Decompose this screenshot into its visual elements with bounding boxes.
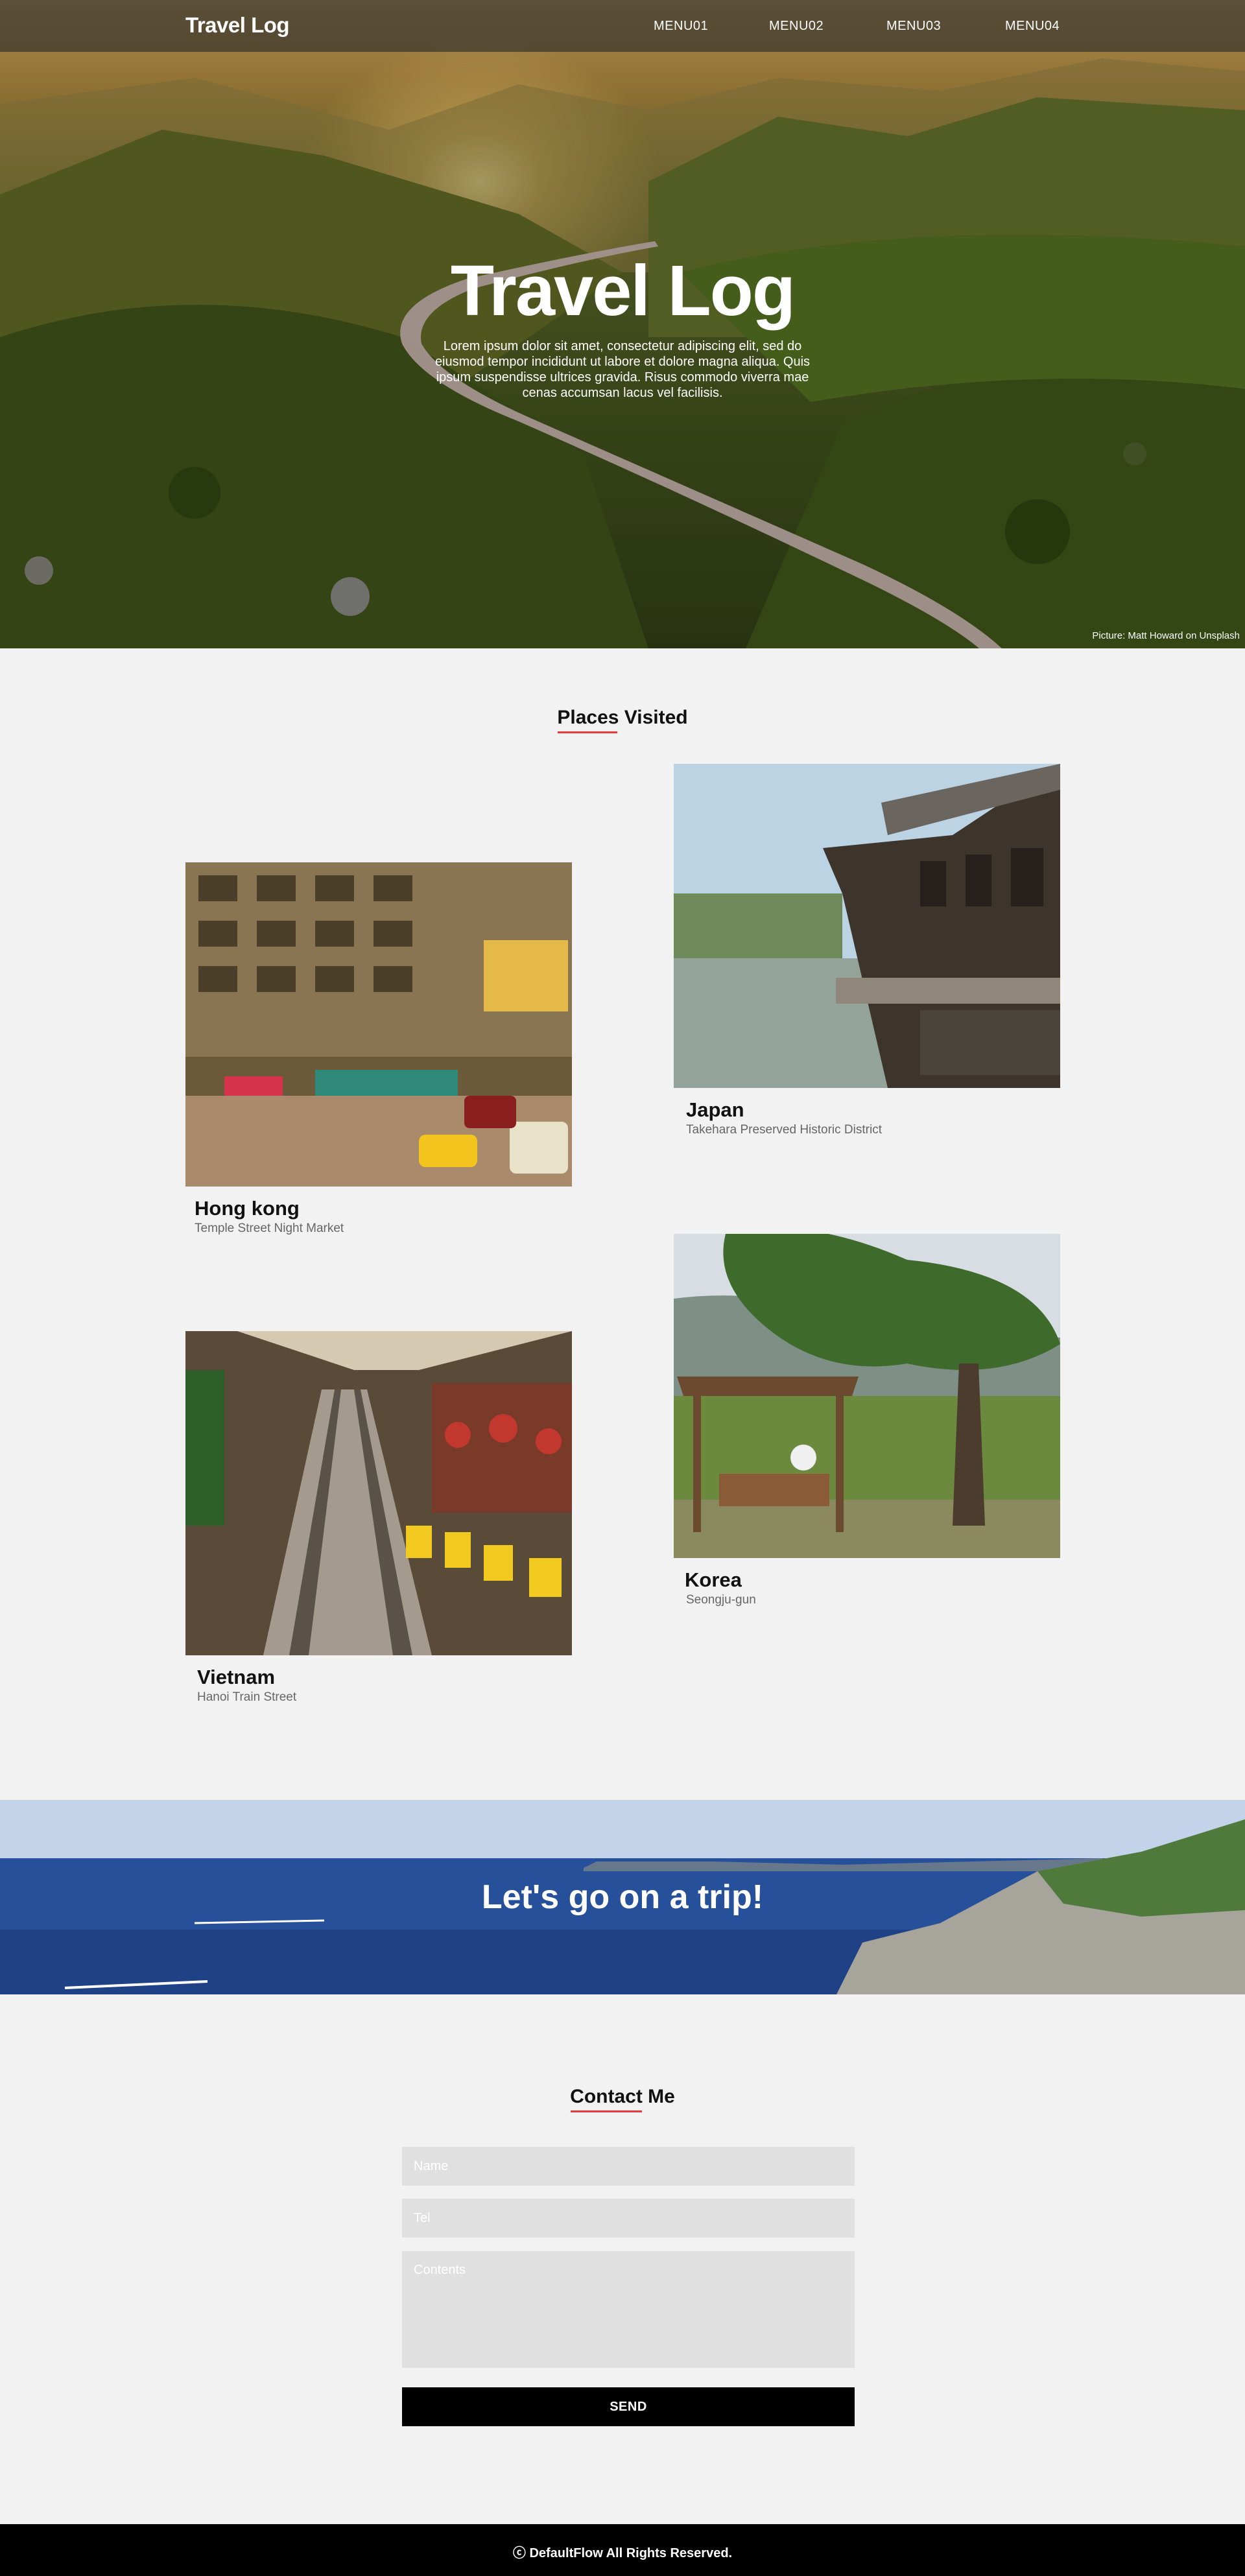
send-button[interactable]: SEND (402, 2387, 855, 2426)
hong-kong-photo[interactable] (185, 862, 572, 1187)
place-name-japan: Japan (686, 1098, 744, 1121)
contact-title-underline (571, 2110, 642, 2112)
copyright-text: ⓒ DefaultFlow All Rights Reserved. (512, 2546, 733, 2560)
places-title-underline (558, 731, 617, 733)
places-section-title: Places Visited (557, 707, 688, 728)
place-name-hong-kong: Hong kong (195, 1197, 300, 1220)
nav-menu-01[interactable]: MENU01 (654, 19, 708, 34)
place-name-korea: Korea (685, 1568, 742, 1591)
place-name-vietnam: Vietnam (197, 1666, 276, 1688)
contents-textarea[interactable] (402, 2251, 855, 2368)
place-desc-hong-kong: Temple Street Night Market (195, 1222, 344, 1235)
japan-photo[interactable] (674, 764, 1060, 1088)
place-desc-vietnam: Hanoi Train Street (197, 1690, 297, 1704)
place-desc-korea: Seongju-gun (686, 1593, 756, 1607)
hero-description: Lorem ipsum dolor sit amet, consectetur … (434, 339, 811, 400)
nav-menu-03[interactable]: MENU03 (886, 19, 941, 34)
hero-section: Travel Log Lorem ipsum dolor sit amet, c… (0, 0, 1245, 648)
photo-credit: Picture: Matt Howard on Unsplash (1092, 630, 1240, 641)
korea-photo[interactable] (674, 1234, 1060, 1558)
footer: ⓒ DefaultFlow All Rights Reserved. (0, 2524, 1245, 2576)
hero-title: Travel Log (450, 251, 796, 331)
trip-banner: Let's go on a trip! (0, 1800, 1245, 1994)
banner-headline: Let's go on a trip! (481, 1878, 764, 1916)
name-input[interactable] (402, 2147, 855, 2186)
contact-section-title: Contact Me (570, 2086, 675, 2107)
top-navigation-bar: Travel Log MENU01 MENU02 MENU03 MENU04 (0, 0, 1245, 52)
nav-menu-04[interactable]: MENU04 (1005, 19, 1060, 34)
vietnam-photo[interactable] (185, 1331, 572, 1655)
tel-input[interactable] (402, 2199, 855, 2238)
site-logo[interactable]: Travel Log (185, 13, 290, 38)
nav-menu-02[interactable]: MENU02 (769, 19, 824, 34)
place-desc-japan: Takehara Preserved Historic District (686, 1123, 882, 1137)
